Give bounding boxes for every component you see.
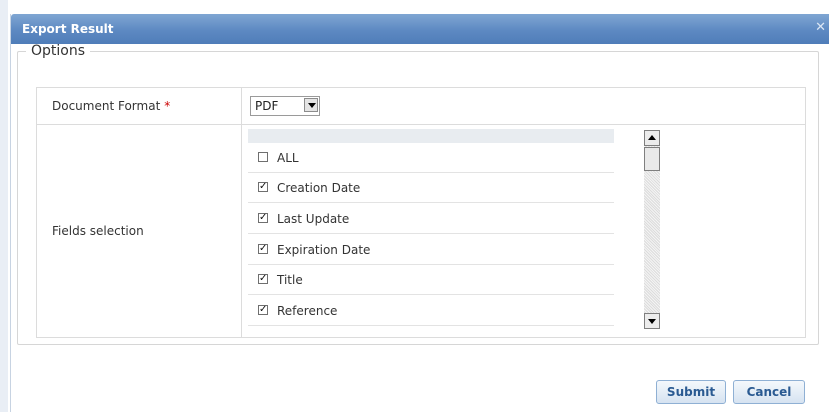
list-item[interactable]: ✓ Title <box>248 265 614 295</box>
chevron-down-icon[interactable] <box>304 98 318 112</box>
field-label-creation-date: Creation Date <box>277 181 361 195</box>
list-item[interactable]: ✓ Creation Date <box>248 173 614 203</box>
submit-button[interactable]: Submit <box>656 380 726 404</box>
list-item[interactable]: ✓ Last Update <box>248 204 614 234</box>
field-label-expiration-date: Expiration Date <box>277 243 371 257</box>
cancel-button[interactable]: Cancel <box>733 380 805 404</box>
fields-list-header <box>248 129 614 143</box>
close-icon[interactable]: ✕ <box>815 20 826 35</box>
checkbox-creation-date[interactable]: ✓ <box>258 182 268 192</box>
document-format-row: Document Format * PDF <box>37 88 805 125</box>
list-item[interactable]: ALL <box>248 143 614 173</box>
column-divider <box>241 88 242 337</box>
background-window-edge <box>0 0 8 412</box>
checkbox-expiration-date[interactable]: ✓ <box>258 244 268 254</box>
field-label-all: ALL <box>277 151 299 165</box>
checkbox-all[interactable] <box>258 152 268 162</box>
fields-list: ALL ✓ Creation Date ✓ Last Update ✓ Expi… <box>248 129 614 330</box>
options-legend: Options <box>31 43 86 59</box>
dialog-title: Export Result <box>22 22 114 36</box>
field-label-title: Title <box>277 273 303 287</box>
checkbox-reference[interactable]: ✓ <box>258 305 268 315</box>
field-label-last-update: Last Update <box>277 212 350 226</box>
checkbox-title[interactable]: ✓ <box>258 274 268 284</box>
scroll-up-arrow-icon[interactable] <box>644 130 660 146</box>
document-format-value: PDF <box>255 99 279 113</box>
scrollbar-thumb[interactable] <box>644 147 660 171</box>
dialog-titlebar[interactable]: Export Result ✕ <box>11 14 829 44</box>
checkbox-last-update[interactable]: ✓ <box>258 213 268 223</box>
fields-selection-label: Fields selection <box>52 224 144 238</box>
required-marker: * <box>164 99 171 113</box>
document-format-label: Document Format * <box>52 99 171 113</box>
scroll-down-arrow-icon[interactable] <box>644 313 660 329</box>
list-item[interactable]: ✓ Expiration Date <box>248 235 614 265</box>
document-format-select[interactable]: PDF <box>250 96 320 116</box>
field-label-reference: Reference <box>277 304 338 318</box>
fields-scrollbar[interactable] <box>644 130 660 329</box>
list-item[interactable]: ✓ Reference <box>248 296 614 326</box>
